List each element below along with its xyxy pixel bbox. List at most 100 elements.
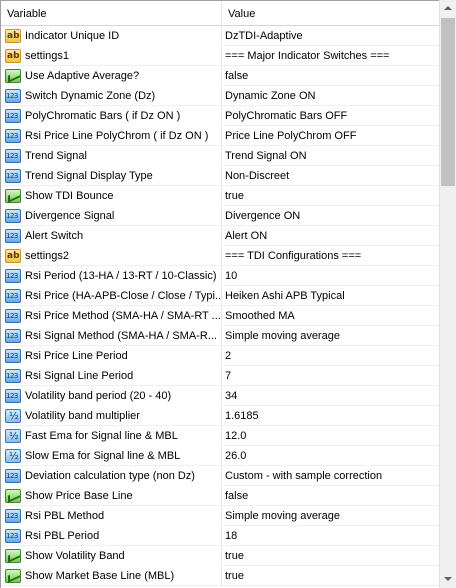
value-cell[interactable]: 2: [222, 346, 439, 366]
table-row[interactable]: settings1 === Major Indicator Switches ==…: [1, 46, 439, 66]
table-row[interactable]: Rsi Price (HA-APB-Close / Close / Typi..…: [1, 286, 439, 306]
ab-icon: [5, 49, 21, 63]
value-cell[interactable]: 1.6185: [222, 406, 439, 426]
table-row[interactable]: Rsi Price Line Period 2: [1, 346, 439, 366]
table-row[interactable]: Slow Ema for Signal line & MBL 26.0: [1, 446, 439, 466]
variable-name: Deviation calculation type (non Dz): [25, 470, 195, 482]
variable-name: Volatility band period (20 - 40): [25, 390, 172, 402]
value-cell[interactable]: Custom - with sample correction: [222, 466, 439, 486]
variable-name: Rsi Price Line Period: [25, 350, 128, 362]
table-row[interactable]: Trend Signal Display Type Non-Discreet: [1, 166, 439, 186]
variable-cell: Trend Signal Display Type: [1, 166, 222, 186]
table-row[interactable]: Show Market Base Line (MBL) true: [1, 566, 439, 586]
variable-name: Rsi Signal Line Period: [25, 370, 134, 382]
value-cell[interactable]: false: [222, 66, 439, 86]
value-cell[interactable]: Alert ON: [222, 226, 439, 246]
inputs-grid: Variable Value Indicator Unique ID DzTDI-…: [0, 0, 439, 588]
int-icon: [5, 269, 21, 283]
value-cell[interactable]: Heiken Ashi APB Typical: [222, 286, 439, 306]
bool-icon: [5, 569, 21, 583]
value-cell[interactable]: DzTDI-Adaptive: [222, 26, 439, 46]
value-cell[interactable]: Price Line PolyChrom OFF: [222, 126, 439, 146]
value-cell[interactable]: 26.0: [222, 446, 439, 466]
scroll-down-icon[interactable]: [440, 571, 456, 588]
table-row[interactable]: Rsi Price Line PolyChrom ( if Dz ON ) Pri…: [1, 126, 439, 146]
table-row[interactable]: Show Price Base Line false: [1, 486, 439, 506]
bool-icon: [5, 189, 21, 203]
variable-name: Show Market Base Line (MBL): [25, 570, 175, 582]
value-cell[interactable]: 7: [222, 366, 439, 386]
table-row[interactable]: Volatility band multiplier 1.6185: [1, 406, 439, 426]
int-icon: [5, 109, 21, 123]
value-cell[interactable]: === Major Indicator Switches ===: [222, 46, 439, 66]
table-row[interactable]: Rsi Period (13-HA / 13-RT / 10-Classic) 1…: [1, 266, 439, 286]
variable-cell: Rsi Period (13-HA / 13-RT / 10-Classic): [1, 266, 222, 286]
value-cell[interactable]: true: [222, 546, 439, 566]
table-row[interactable]: Show Volatility Band true: [1, 546, 439, 566]
bool-icon: [5, 489, 21, 503]
table-row[interactable]: Trend Signal Trend Signal ON: [1, 146, 439, 166]
variable-name: Divergence Signal: [25, 210, 115, 222]
table-row[interactable]: Rsi PBL Method Simple moving average: [1, 506, 439, 526]
scroll-up-icon[interactable]: [440, 0, 456, 17]
variable-cell: settings1: [1, 46, 222, 66]
variable-cell: Show Price Base Line: [1, 486, 222, 506]
variable-cell: Deviation calculation type (non Dz): [1, 466, 222, 486]
table-row[interactable]: Deviation calculation type (non Dz) Custo…: [1, 466, 439, 486]
value-cell[interactable]: true: [222, 566, 439, 586]
variable-cell: Volatility band period (20 - 40): [1, 386, 222, 406]
column-header-variable[interactable]: Variable: [1, 1, 222, 26]
value-cell[interactable]: 18: [222, 526, 439, 546]
column-header-value[interactable]: Value: [222, 1, 439, 26]
int-icon: [5, 149, 21, 163]
table-row[interactable]: Rsi Signal Line Period 7: [1, 366, 439, 386]
value-cell[interactable]: true: [222, 186, 439, 206]
table-row[interactable]: Rsi Signal Method (SMA-HA / SMA-R... Simp…: [1, 326, 439, 346]
table-row[interactable]: PolyChromatic Bars ( if Dz ON ) PolyChrom…: [1, 106, 439, 126]
table-row[interactable]: Switch Dynamic Zone (Dz) Dynamic Zone ON: [1, 86, 439, 106]
table-row[interactable]: Volatility band period (20 - 40) 34: [1, 386, 439, 406]
table-row[interactable]: Fast Ema for Signal line & MBL 12.0: [1, 426, 439, 446]
int-icon: [5, 289, 21, 303]
value-cell[interactable]: false: [222, 486, 439, 506]
table-row[interactable]: Divergence Signal Divergence ON: [1, 206, 439, 226]
variable-cell: Rsi Price (HA-APB-Close / Close / Typi..…: [1, 286, 222, 306]
table-row[interactable]: settings2 === TDI Configurations ===: [1, 246, 439, 266]
variable-cell: Show Market Base Line (MBL): [1, 566, 222, 586]
variable-cell: Fast Ema for Signal line & MBL: [1, 426, 222, 446]
value-cell[interactable]: 12.0: [222, 426, 439, 446]
value-cell[interactable]: 10: [222, 266, 439, 286]
table-row[interactable]: Rsi PBL Period 18: [1, 526, 439, 546]
value-cell[interactable]: Smoothed MA: [222, 306, 439, 326]
value-cell[interactable]: Simple moving average: [222, 326, 439, 346]
variable-cell: Indicator Unique ID: [1, 26, 222, 46]
value-cell[interactable]: Simple moving average: [222, 506, 439, 526]
value-cell[interactable]: Non-Discreet: [222, 166, 439, 186]
ab-icon: [5, 29, 21, 43]
scrollbar-thumb[interactable]: [441, 18, 455, 186]
bool-icon: [5, 69, 21, 83]
value-cell[interactable]: 34: [222, 386, 439, 406]
value-cell[interactable]: PolyChromatic Bars OFF: [222, 106, 439, 126]
double-icon: [5, 409, 21, 424]
variable-cell: Show Volatility Band: [1, 546, 222, 566]
table-row[interactable]: Show TDI Bounce true: [1, 186, 439, 206]
table-row[interactable]: Alert Switch Alert ON: [1, 226, 439, 246]
table-row[interactable]: Use Adaptive Average? false: [1, 66, 439, 86]
variable-cell: Alert Switch: [1, 226, 222, 246]
value-cell[interactable]: Dynamic Zone ON: [222, 86, 439, 106]
value-cell[interactable]: Divergence ON: [222, 206, 439, 226]
value-cell[interactable]: Trend Signal ON: [222, 146, 439, 166]
variable-name: settings2: [25, 250, 70, 262]
table-row[interactable]: Rsi Price Method (SMA-HA / SMA-RT ...Smo…: [1, 306, 439, 326]
int-icon: [5, 129, 21, 143]
variable-cell: settings2: [1, 246, 222, 266]
vertical-scrollbar[interactable]: [439, 0, 456, 588]
table-row[interactable]: Indicator Unique ID DzTDI-Adaptive: [1, 26, 439, 46]
variable-name: Rsi Price Line PolyChrom ( if Dz ON ): [25, 130, 209, 142]
variable-cell: Divergence Signal: [1, 206, 222, 226]
variable-name: Fast Ema for Signal line & MBL: [25, 430, 178, 442]
variable-name: Trend Signal Display Type: [25, 170, 153, 182]
value-cell[interactable]: === TDI Configurations ===: [222, 246, 439, 266]
variable-name: Show Volatility Band: [25, 550, 125, 562]
